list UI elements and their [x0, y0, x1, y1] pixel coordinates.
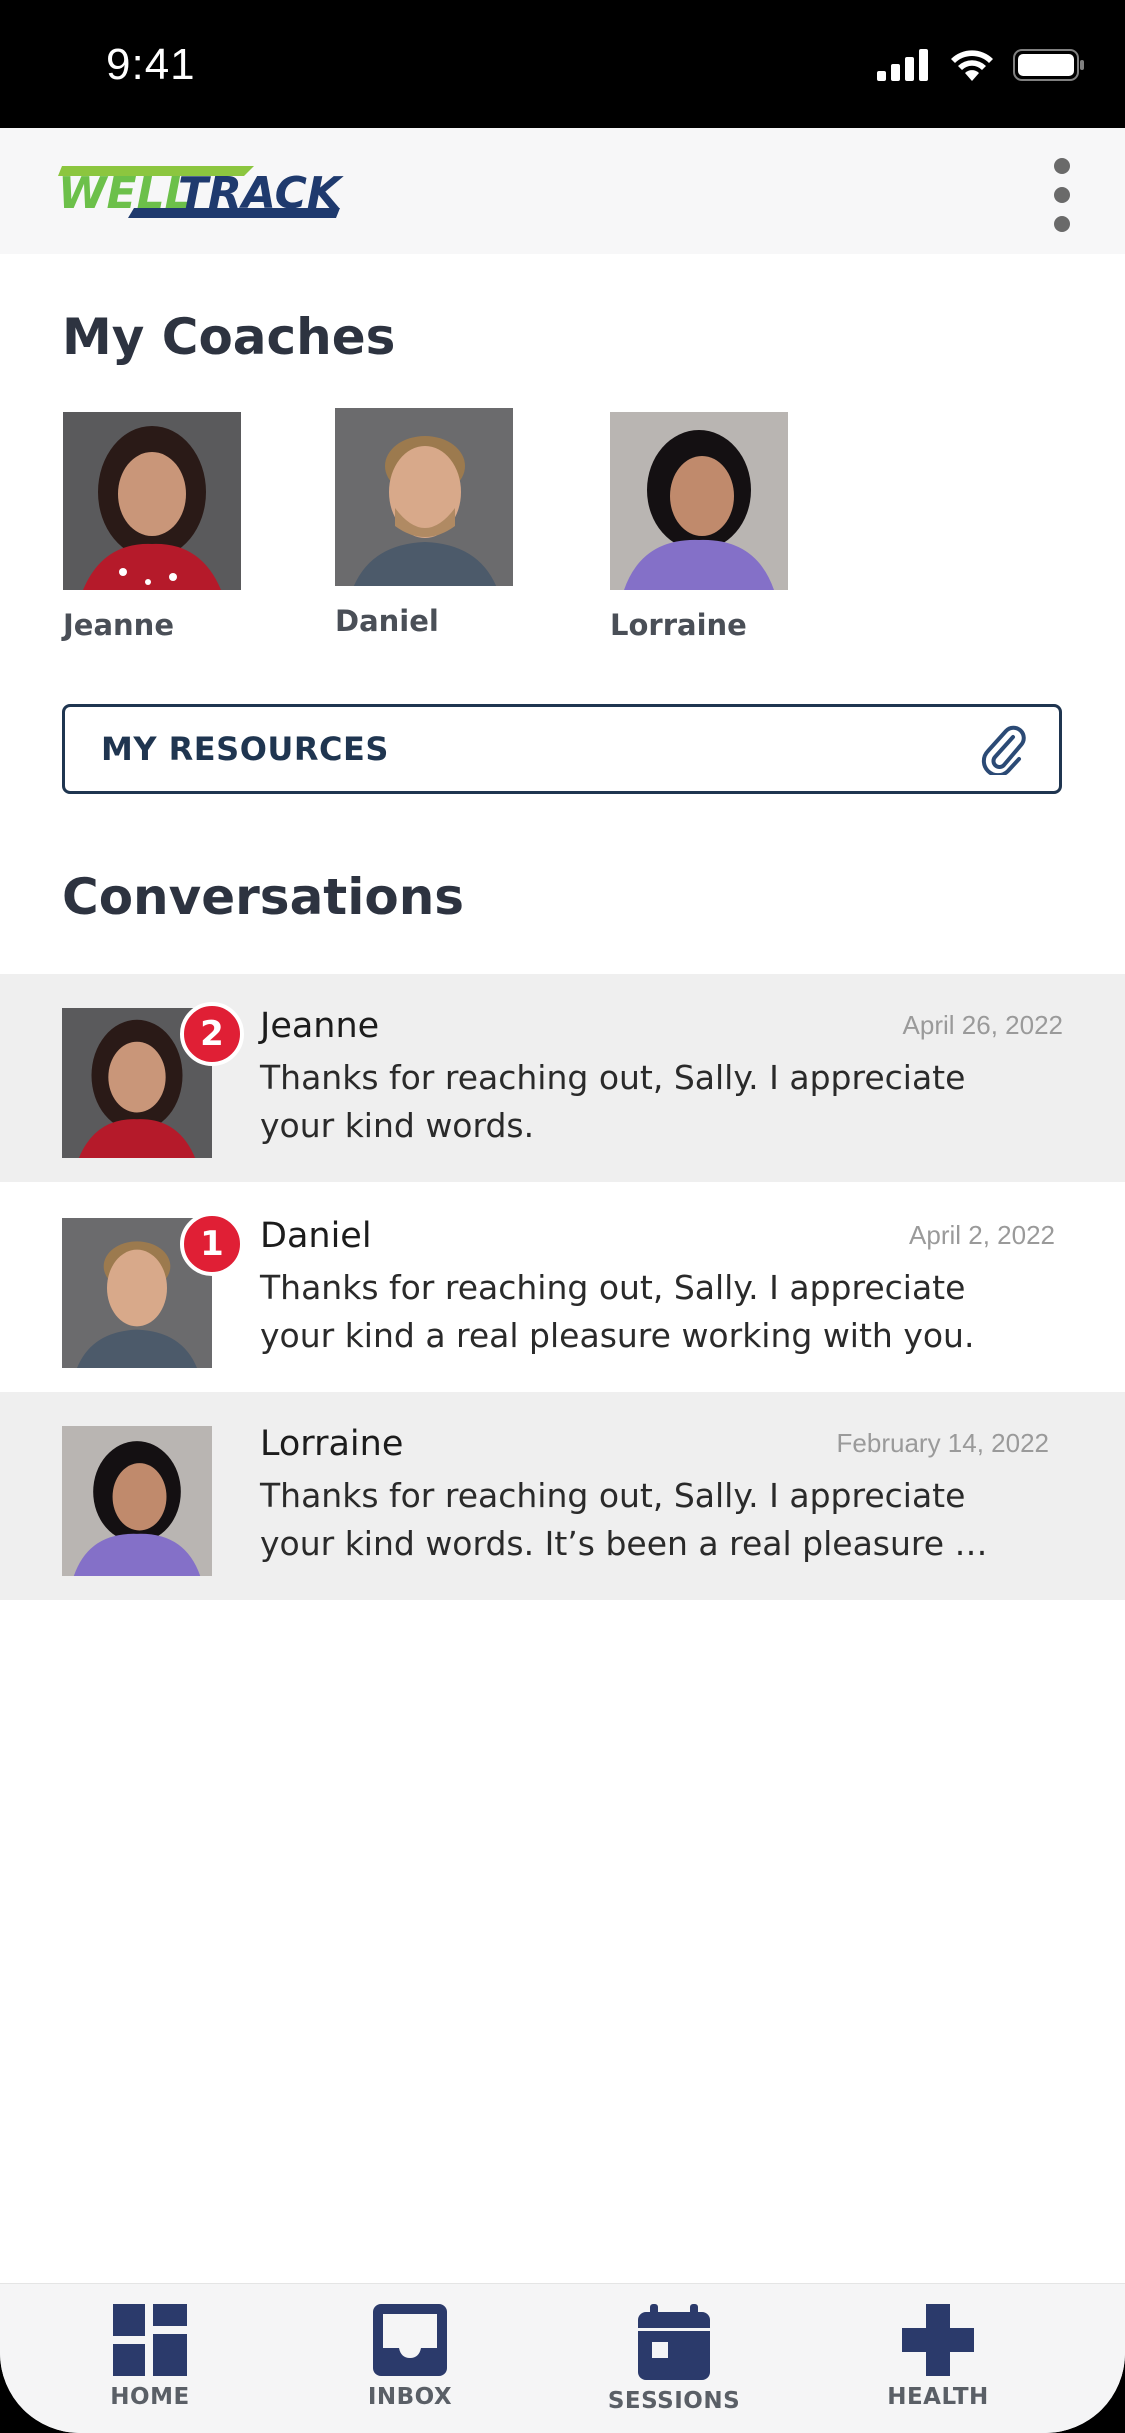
coach-photo-daniel [335, 408, 513, 586]
avatar [62, 1426, 212, 1576]
tab-inbox[interactable]: INBOX [310, 2304, 510, 2410]
status-time: 9:41 [106, 40, 196, 89]
status-bar: 9:41 [0, 0, 1125, 130]
dashboard-icon [113, 2304, 187, 2376]
conversation-date: April 26, 2022 [902, 1010, 1063, 1040]
signal-icon [877, 49, 928, 81]
conversations-title: Conversations [62, 868, 465, 926]
coach-name-lorraine: Lorraine [610, 608, 747, 642]
coach-photo-lorraine [610, 412, 788, 590]
calendar-icon [638, 2304, 710, 2380]
conversation-name: Daniel [260, 1216, 372, 1256]
coach-card-lorraine[interactable]: Lorraine [610, 412, 790, 642]
unread-count-badge: 2 [180, 1002, 244, 1066]
logo-text-well: WELL [58, 168, 193, 219]
inbox-icon [373, 2304, 447, 2376]
tab-label: HEALTH [887, 2384, 989, 2410]
tab-sessions[interactable]: SESSIONS [574, 2304, 774, 2414]
bottom-tab-bar: HOME INBOX SESSIONS HEALTH [0, 2283, 1125, 2433]
coach-card-daniel[interactable]: Daniel [335, 408, 515, 638]
tab-label: SESSIONS [607, 2388, 741, 2414]
paperclip-icon [981, 725, 1026, 775]
status-icons [877, 48, 1085, 82]
tab-home[interactable]: HOME [50, 2304, 250, 2410]
unread-count-badge: 1 [180, 1212, 244, 1276]
conversation-item-daniel[interactable]: 1 Daniel April 2, 2022 Thanks for reachi… [0, 1184, 1125, 1392]
coach-card-jeanne[interactable]: Jeanne [63, 412, 243, 642]
battery-icon [1013, 49, 1084, 81]
more-vertical-icon[interactable] [1047, 158, 1077, 232]
app-screen: WELL TRACK My Coaches Jeanne Daniel Lorr… [0, 128, 1125, 2433]
conversation-item-jeanne[interactable]: 2 Jeanne April 26, 2022 Thanks for reach… [0, 974, 1125, 1182]
coaches-title: My Coaches [62, 308, 396, 366]
conversation-item-lorraine[interactable]: Lorraine February 14, 2022 Thanks for re… [0, 1392, 1125, 1600]
conversation-date: April 2, 2022 [909, 1220, 1055, 1250]
conversation-date: February 14, 2022 [836, 1428, 1049, 1458]
tab-label: INBOX [367, 2384, 453, 2410]
coach-name-jeanne: Jeanne [63, 608, 174, 642]
tab-health[interactable]: HEALTH [838, 2304, 1038, 2410]
conversation-name: Jeanne [260, 1006, 380, 1046]
conversation-message: Thanks for reaching out, Sally. I apprec… [260, 1058, 966, 1145]
my-resources-button[interactable]: MY RESOURCES [62, 704, 1062, 794]
health-cross-icon [902, 2304, 974, 2376]
wifi-icon [951, 50, 993, 81]
coach-photo-jeanne [63, 412, 241, 590]
app-header: WELL TRACK [0, 128, 1125, 254]
tab-label: HOME [110, 2384, 190, 2410]
coach-name-daniel: Daniel [335, 604, 439, 638]
welltrack-logo[interactable]: WELL TRACK [54, 162, 344, 224]
my-resources-label: MY RESOURCES [101, 730, 389, 768]
conversation-message: Thanks for reaching out, Sally. I apprec… [260, 1476, 988, 1563]
conversation-message: Thanks for reaching out, Sally. I apprec… [260, 1268, 975, 1355]
logo-text-track: TRACK [178, 168, 344, 219]
conversation-name: Lorraine [260, 1424, 404, 1464]
